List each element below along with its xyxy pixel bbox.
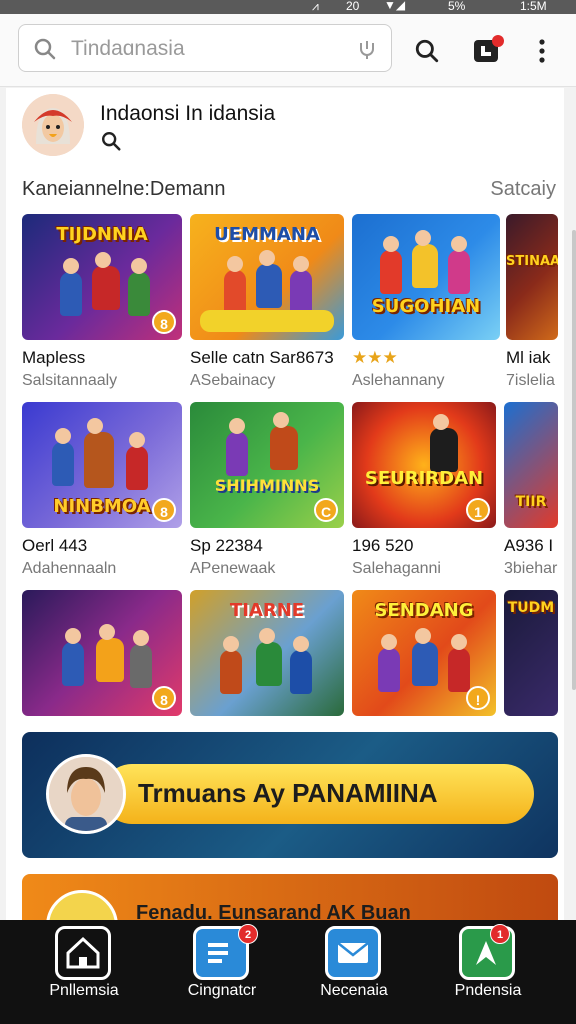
voice-icon[interactable]: [355, 37, 379, 61]
nav-label: Necenaia: [320, 982, 388, 999]
search-button-icon[interactable]: [414, 38, 440, 64]
battery-level: 5%: [448, 0, 466, 13]
game-thumbnail: SHIHMINNS C: [190, 402, 344, 528]
game-thumbnail: STINAA: [506, 214, 558, 340]
avatar[interactable]: [22, 94, 84, 156]
game-rating: ★★★: [352, 348, 398, 367]
game-name: Oerl 443: [22, 536, 88, 555]
game-name: A936 I: [504, 536, 554, 555]
game-thumbnail: TIARNE: [190, 590, 344, 716]
mail-icon: [325, 926, 381, 980]
promo-avatar-secondary: [46, 890, 118, 920]
status-extra: 20: [346, 0, 360, 13]
section-title: Kaneiannelne:Demann: [22, 178, 226, 200]
promo-banner[interactable]: Trmuans Ay PANAMIINA: [22, 732, 558, 858]
game-thumbnail: UEMMANA: [190, 214, 344, 340]
game-subtitle: APenewaak: [190, 560, 276, 577]
promo-banner-secondary[interactable]: Fenadu. Eunsarand AK Buan: [22, 874, 558, 920]
notification-icon[interactable]: [472, 34, 506, 66]
wifi-icon: ▼◢: [384, 0, 406, 12]
promo-avatar: [46, 754, 126, 834]
search-input[interactable]: [69, 35, 343, 63]
bottom-nav: Pnllemsia 2 Cingnatcr Necenaia 1 Pndensi…: [0, 920, 576, 1024]
top-bar: [0, 14, 576, 87]
nav-item-home[interactable]: Pnllemsia: [24, 920, 144, 1024]
game-thumbnail: SUGOHIAN: [352, 214, 500, 340]
game-name: Sp 22384: [190, 536, 263, 555]
search-box[interactable]: [18, 24, 392, 72]
section-see-all-link[interactable]: Satcaiy: [490, 178, 556, 201]
signal-icon: ⩘: [312, 0, 319, 13]
game-subtitle: Aslehannany: [352, 372, 445, 389]
clock: 1:5M: [520, 0, 547, 13]
promo-banner-text: Trmuans Ay PANAMIINA: [138, 778, 438, 808]
game-subtitle: 3biehar: [504, 560, 558, 577]
nav-badge: 2: [238, 924, 258, 944]
nav-label: Pndensia: [454, 982, 522, 999]
game-thumbnail: NINBMOA 8: [22, 402, 182, 528]
game-name: Selle catn Sar8673: [190, 348, 334, 367]
game-thumbnail: TUDM: [504, 590, 558, 716]
nav-item-mail[interactable]: Necenaia: [294, 920, 414, 1024]
search-icon: [34, 38, 56, 60]
nav-item-map[interactable]: 1 Pndensia: [428, 920, 548, 1024]
game-name: Mapless: [22, 348, 86, 367]
game-thumbnail: SENDANG !: [352, 590, 496, 716]
game-subtitle: ASebainacy: [190, 372, 276, 389]
profile-name: Indaonsi In idansia: [100, 102, 276, 125]
game-subtitle: Salsitannaaly: [22, 372, 118, 389]
home-icon: [55, 926, 111, 980]
game-name: 196 520: [352, 536, 414, 555]
profile-search-icon[interactable]: [100, 130, 122, 152]
nav-label: Cingnatcr: [187, 982, 257, 999]
status-bar: ⩘ 20 ▼◢ 5% 1:5M: [0, 0, 576, 14]
promo-avatar-image: [49, 757, 123, 831]
nav-badge: 1: [490, 924, 510, 944]
scrollbar[interactable]: [572, 230, 576, 690]
game-thumbnail: TIJDNNIA 8: [22, 214, 182, 340]
avatar-image: [22, 94, 84, 156]
main-content: Indaonsi In idansia Kaneiannelne:Demann …: [6, 88, 564, 920]
game-thumbnail: 8: [22, 590, 182, 716]
promo-banner-secondary-text: Fenadu. Eunsarand AK Buan: [136, 902, 411, 920]
nav-label: Pnllemsia: [49, 982, 119, 999]
game-subtitle: 7islelia: [506, 372, 555, 389]
nav-item-messages[interactable]: 2 Cingnatcr: [162, 920, 282, 1024]
game-name: Ml iak: [506, 348, 551, 367]
game-subtitle: Salehaganni: [352, 560, 441, 577]
game-thumbnail: SEURIRDAN 1: [352, 402, 496, 528]
game-subtitle: Adahennaaln: [22, 560, 117, 577]
game-thumbnail: TIIR: [504, 402, 558, 528]
more-options-icon[interactable]: [536, 38, 548, 64]
